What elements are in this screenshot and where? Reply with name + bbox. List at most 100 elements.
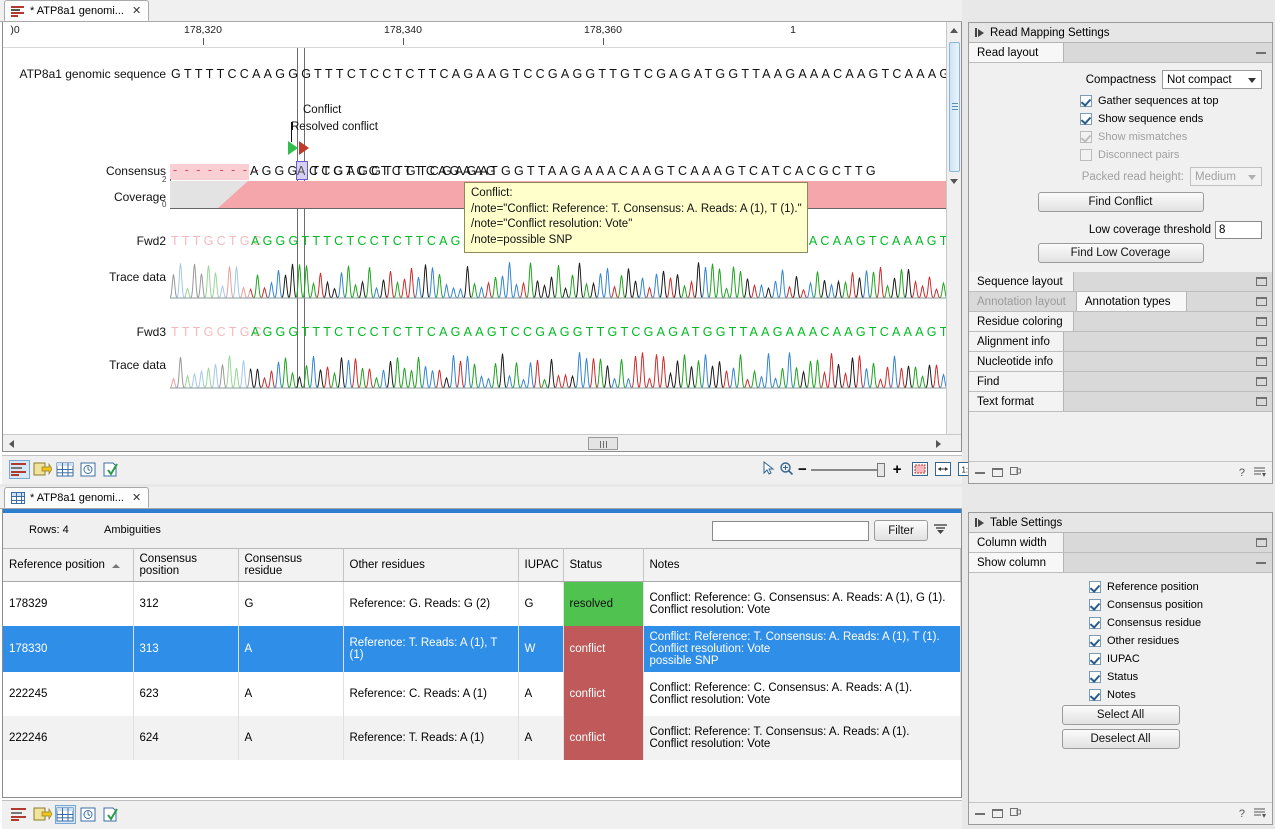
table-view-icon[interactable] — [56, 806, 75, 823]
column-header-consensus-residue[interactable]: Consensus residue — [238, 549, 343, 582]
alignment-view-icon[interactable] — [10, 806, 29, 823]
checkbox-consensus-position[interactable] — [1089, 599, 1101, 611]
tab-atp8a1-alignment[interactable]: * ATP8a1 genomi... ✕ — [4, 0, 149, 21]
dock-icon[interactable] — [1010, 807, 1021, 820]
scroll-left-icon[interactable] — [9, 440, 14, 448]
ambiguities-table[interactable]: Reference position Consensus position Co… — [3, 549, 961, 760]
section-column-width[interactable]: Column width — [969, 533, 1272, 553]
selection-arrow-icon[interactable] — [762, 461, 775, 479]
section-tab-text-format[interactable]: Text format — [969, 392, 1064, 411]
select-all-button[interactable]: Select All — [1062, 705, 1180, 725]
folder-icon[interactable] — [1256, 277, 1267, 286]
section-tab-residue-coloring[interactable]: Residue coloring — [969, 312, 1074, 331]
history-icon[interactable] — [79, 806, 98, 823]
compactness-select[interactable]: Not compact — [1162, 70, 1262, 89]
history-icon[interactable] — [79, 461, 98, 478]
table-view-icon[interactable] — [56, 461, 75, 478]
table-settings-header[interactable]: Table Settings — [969, 513, 1272, 533]
list-options-icon[interactable] — [1253, 466, 1266, 480]
element-info-icon[interactable] — [102, 461, 121, 478]
column-header-status[interactable]: Status — [563, 549, 643, 582]
checkbox-other-residues[interactable] — [1089, 635, 1101, 647]
folder-icon[interactable] — [1256, 317, 1267, 326]
restore-icon[interactable] — [992, 809, 1003, 818]
zoom-in-icon[interactable]: + — [893, 465, 902, 475]
section-tab-read-layout[interactable]: Read layout — [969, 43, 1064, 62]
checkbox-status[interactable] — [1089, 671, 1101, 683]
section-nucleotide-info[interactable]: Nucleotide info — [969, 352, 1272, 372]
checkbox-notes[interactable] — [1089, 689, 1101, 701]
section-residue-coloring[interactable]: Residue coloring — [969, 312, 1272, 332]
checkbox-consensus-residue[interactable] — [1089, 617, 1101, 629]
scrollbar-thumb[interactable] — [949, 42, 960, 172]
section-text-format[interactable]: Text format — [969, 392, 1272, 412]
section-tab-sequence-layout[interactable]: Sequence layout — [969, 272, 1074, 291]
folder-icon[interactable] — [1256, 297, 1267, 306]
column-header-consensus-position[interactable]: Consensus position — [133, 549, 238, 582]
scroll-up-icon[interactable] — [950, 28, 958, 33]
tab-atp8a1-table[interactable]: * ATP8a1 genomi... ✕ — [4, 487, 149, 508]
scroll-right-icon[interactable] — [936, 440, 941, 448]
low-coverage-threshold-input[interactable] — [1215, 221, 1262, 239]
filter-button[interactable]: Filter — [874, 520, 928, 541]
export-table-icon[interactable] — [33, 806, 52, 823]
checkbox-reference-position[interactable] — [1089, 581, 1101, 593]
export-table-icon[interactable] — [33, 461, 52, 478]
help-icon[interactable]: ? — [1239, 808, 1245, 820]
deselect-all-button[interactable]: Deselect All — [1062, 729, 1180, 749]
zoom-out-icon[interactable]: − — [798, 465, 807, 475]
checkbox-iupac[interactable] — [1089, 653, 1101, 665]
section-show-column[interactable]: Show column — [969, 553, 1272, 573]
close-icon[interactable]: ✕ — [132, 4, 141, 17]
filter-options-icon[interactable] — [933, 522, 949, 539]
section-sequence-layout[interactable]: Sequence layout — [969, 272, 1272, 292]
alignment-horizontal-scrollbar[interactable] — [3, 434, 961, 451]
alignment-vertical-scrollbar[interactable] — [946, 22, 961, 434]
collapse-icon[interactable] — [975, 28, 984, 37]
folder-icon[interactable] — [1256, 397, 1267, 406]
dock-icon[interactable] — [1010, 466, 1021, 479]
column-header-notes[interactable]: Notes — [643, 549, 961, 582]
minimize-icon[interactable] — [975, 472, 985, 474]
folder-icon[interactable] — [1256, 357, 1267, 366]
zoom-icon[interactable] — [779, 461, 794, 479]
table-row[interactable]: 178329 312 G Reference: G. Reads: G (2) … — [3, 582, 961, 626]
scroll-down-icon[interactable] — [950, 179, 958, 184]
folder-icon[interactable] — [1256, 337, 1267, 346]
section-annotation-layout[interactable]: Annotation layout Annotation types — [969, 292, 1272, 312]
help-icon[interactable]: ? — [1239, 467, 1245, 479]
collapse-icon[interactable] — [975, 518, 984, 527]
alignment-canvas[interactable]: )0 178,320 178,340 178,360 1 ATP8a1 geno… — [3, 22, 953, 430]
section-read-layout[interactable]: Read layout — [969, 43, 1272, 63]
show-sequence-ends-checkbox[interactable] — [1080, 113, 1092, 125]
section-tab-alignment-info[interactable]: Alignment info — [969, 332, 1064, 351]
table-row[interactable]: 178330 313 A Reference: T. Reads: A (1),… — [3, 626, 961, 672]
close-icon[interactable]: ✕ — [132, 491, 141, 504]
element-info-icon[interactable] — [102, 806, 121, 823]
collapse-section-icon[interactable] — [1256, 52, 1266, 54]
gather-sequences-checkbox[interactable] — [1080, 95, 1092, 107]
section-tab-column-width[interactable]: Column width — [969, 533, 1064, 552]
zoom-slider[interactable] — [811, 469, 883, 471]
hscrollbar-thumb[interactable] — [588, 437, 618, 450]
section-tab-show-column[interactable]: Show column — [969, 553, 1064, 572]
find-conflict-button[interactable]: Find Conflict — [1038, 192, 1204, 212]
folder-icon[interactable] — [1256, 377, 1267, 386]
column-header-iupac[interactable]: IUPAC — [518, 549, 563, 582]
section-tab-nucleotide-info[interactable]: Nucleotide info — [969, 352, 1064, 371]
restore-icon[interactable] — [992, 468, 1003, 477]
list-options-icon[interactable] — [1253, 807, 1266, 821]
table-row[interactable]: 222246 624 A Reference: T. Reads: A (1) … — [3, 716, 961, 760]
section-find[interactable]: Find — [969, 372, 1272, 392]
alignment-view-icon[interactable] — [10, 461, 29, 478]
read-mapping-settings-header[interactable]: Read Mapping Settings — [969, 23, 1272, 43]
minimize-icon[interactable] — [975, 813, 985, 815]
fit-width-icon[interactable] — [912, 462, 928, 479]
collapse-section-icon[interactable] — [1256, 562, 1266, 564]
section-tab-find[interactable]: Find — [969, 372, 1064, 391]
filter-input[interactable] — [712, 521, 869, 541]
column-header-reference-position[interactable]: Reference position — [3, 549, 133, 582]
column-header-other-residues[interactable]: Other residues — [343, 549, 518, 582]
section-tab-annotation-layout[interactable]: Annotation layout — [969, 292, 1077, 311]
section-alignment-info[interactable]: Alignment info — [969, 332, 1272, 352]
